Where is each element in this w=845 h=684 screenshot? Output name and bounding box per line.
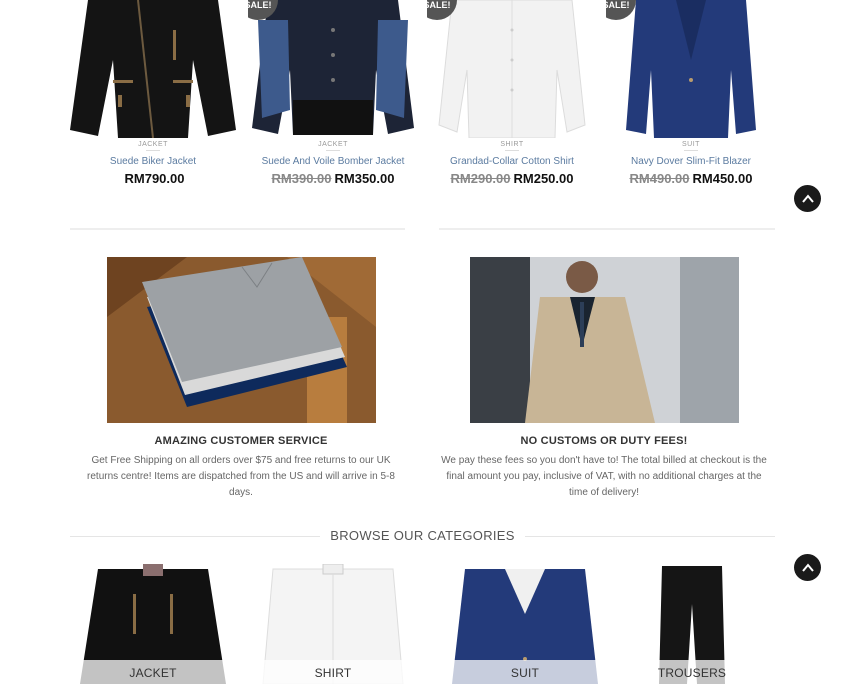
feature-title: NO CUSTOMS OR DUTY FEES! bbox=[520, 435, 688, 447]
feature-text: Get Free Shipping on all orders over $75… bbox=[87, 455, 395, 498]
product-image[interactable]: SALE! bbox=[606, 0, 776, 138]
back-to-top-button[interactable] bbox=[794, 554, 821, 581]
category-trousers[interactable]: TROUSERS bbox=[617, 564, 767, 684]
biker-jacket-image bbox=[70, 0, 236, 138]
category-label: JACKET bbox=[78, 660, 228, 684]
browse-divider-right bbox=[525, 536, 775, 537]
old-price: RM390.00 bbox=[271, 171, 332, 186]
feature-customer-service: AMAZING CUSTOMER SERVICE Get Free Shippi… bbox=[80, 257, 402, 501]
current-price: RM790.00 bbox=[124, 171, 185, 186]
category-label: SUIT bbox=[450, 660, 600, 684]
current-price: RM450.00 bbox=[692, 171, 753, 186]
product-category: JACKET bbox=[138, 141, 168, 148]
current-price: RM350.00 bbox=[334, 171, 395, 186]
white-shirt-image bbox=[438, 0, 586, 138]
folded-sweaters-image bbox=[106, 257, 376, 423]
product-name-link[interactable]: Suede And Voile Bomber Jacket bbox=[248, 156, 418, 167]
product-price: RM490.00 RM450.00 bbox=[606, 171, 776, 186]
product-name-link[interactable]: Suede Biker Jacket bbox=[68, 156, 238, 167]
section-divider-right bbox=[439, 228, 775, 230]
current-price: RM250.00 bbox=[513, 171, 574, 186]
old-price: RM490.00 bbox=[629, 171, 690, 186]
product-image[interactable]: SALE! bbox=[427, 0, 597, 138]
product-category: JACKET bbox=[318, 141, 348, 148]
feature-image bbox=[106, 257, 376, 423]
feature-title: AMAZING CUSTOMER SERVICE bbox=[154, 435, 328, 447]
product-category: SUIT bbox=[682, 141, 700, 148]
product-price: RM290.00 RM250.00 bbox=[427, 171, 597, 186]
category-jacket[interactable]: JACKET bbox=[78, 564, 228, 684]
category-divider bbox=[146, 150, 160, 151]
category-shirt[interactable]: SHIRT bbox=[258, 564, 408, 684]
chevron-up-icon bbox=[801, 193, 814, 203]
bomber-jacket-image bbox=[252, 0, 414, 135]
navy-blazer-image bbox=[626, 0, 756, 138]
product-price: RM390.00 RM350.00 bbox=[248, 171, 418, 186]
category-label: TROUSERS bbox=[617, 660, 767, 684]
section-divider-left bbox=[70, 228, 405, 230]
product-image[interactable] bbox=[68, 0, 238, 138]
product-card[interactable]: SALE! SHIRT Grandad-Collar Cotton Shirt … bbox=[427, 0, 597, 186]
feature-no-customs: NO CUSTOMS OR DUTY FEES! We pay these fe… bbox=[441, 257, 767, 501]
category-suit[interactable]: SUIT bbox=[450, 564, 600, 684]
category-divider bbox=[684, 150, 698, 151]
old-price: RM290.00 bbox=[450, 171, 511, 186]
chevron-up-icon bbox=[801, 562, 814, 572]
trench-coat-man-image bbox=[469, 257, 739, 423]
product-card[interactable]: SALE! SUIT Navy Dover Slim-Fit Blazer RM… bbox=[606, 0, 776, 186]
feature-image bbox=[469, 257, 739, 423]
product-image[interactable]: SALE! bbox=[248, 0, 418, 138]
category-divider bbox=[505, 150, 519, 151]
product-name-link[interactable]: Navy Dover Slim-Fit Blazer bbox=[606, 156, 776, 167]
product-category: SHIRT bbox=[500, 141, 524, 148]
product-price: RM790.00 bbox=[68, 171, 238, 186]
product-row: JACKET Suede Biker Jacket RM790.00 SALE!… bbox=[63, 0, 783, 200]
category-divider bbox=[326, 150, 340, 151]
product-card[interactable]: SALE! JACKET Suede And Voile Bomber Jack… bbox=[248, 0, 418, 186]
product-card[interactable]: JACKET Suede Biker Jacket RM790.00 bbox=[68, 0, 238, 186]
back-to-top-button[interactable] bbox=[794, 185, 821, 212]
feature-text: We pay these fees so you don't have to! … bbox=[441, 455, 767, 498]
product-name-link[interactable]: Grandad-Collar Cotton Shirt bbox=[427, 156, 597, 167]
category-label: SHIRT bbox=[258, 660, 408, 684]
